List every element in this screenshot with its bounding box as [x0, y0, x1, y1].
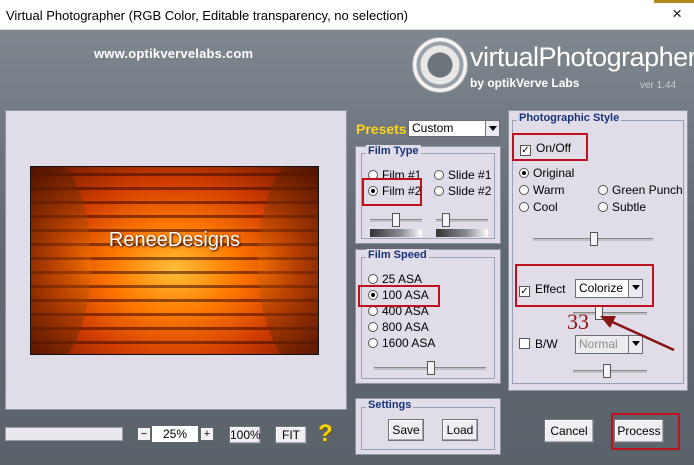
radio-1600-asa[interactable]: 1600 ASA	[368, 336, 435, 350]
radio-label: Subtle	[612, 200, 647, 214]
photographic-style-title: Photographic Style	[517, 112, 622, 124]
radio-original[interactable]: Original	[519, 166, 574, 180]
radio-subtle[interactable]: Subtle	[598, 200, 646, 214]
version-label: ver 1.44	[640, 80, 677, 91]
film-type-title: Film Type	[366, 145, 421, 157]
logo-icon	[412, 37, 468, 93]
film-speed-slider[interactable]	[374, 361, 486, 375]
title-accent	[654, 0, 694, 3]
zoom-100-button[interactable]: 100%	[229, 426, 261, 444]
film-slider[interactable]	[370, 213, 422, 227]
load-button[interactable]: Load	[442, 419, 478, 441]
film-speed-panel: Film Speed 25 ASA 100 ASA 400 ASA 800 AS…	[355, 249, 501, 384]
radio-dot	[368, 322, 378, 332]
close-icon[interactable]: ×	[672, 5, 682, 22]
radio-label: 1600 ASA	[382, 336, 436, 350]
radio-25-asa[interactable]: 25 ASA	[368, 272, 422, 286]
highlight-on-off	[512, 133, 588, 161]
plugin-window: Virtual Photographer (RGB Color, Editabl…	[0, 0, 694, 465]
save-button[interactable]: Save	[388, 419, 424, 441]
style-slider[interactable]	[533, 232, 653, 246]
highlight-effect	[515, 264, 654, 307]
radio-label: Slide #1	[448, 168, 492, 182]
annotation-arrow-icon	[600, 316, 675, 352]
radio-dot	[434, 186, 444, 196]
slider-thumb[interactable]	[392, 213, 400, 227]
radio-dot-selected	[519, 168, 529, 178]
radio-dot	[519, 185, 529, 195]
bw-label: B/W	[535, 337, 558, 351]
radio-dot	[434, 170, 444, 180]
radio-green-punch[interactable]: Green Punch	[598, 183, 683, 197]
radio-label: Slide #2	[448, 184, 492, 198]
radio-dot	[598, 185, 608, 195]
highlight-100-asa	[358, 285, 440, 307]
settings-title: Settings	[366, 399, 414, 411]
annotation-number: 33	[567, 309, 589, 334]
preview-image: ReneeDesigns	[30, 166, 319, 355]
zoom-fit-button[interactable]: FIT	[275, 426, 307, 444]
radio-slide-2[interactable]: Slide #2	[434, 184, 491, 198]
logo-name: virtualPhotographer	[470, 42, 694, 72]
highlight-process	[611, 413, 680, 450]
preview-curve-left	[31, 167, 91, 354]
presets-label: Presets	[356, 121, 407, 137]
preview-panel: ReneeDesigns	[5, 110, 347, 410]
highlight-film-2	[362, 178, 422, 206]
zoom-in-button[interactable]: +	[200, 427, 214, 441]
film-gradient	[370, 229, 422, 237]
zoom-out-button[interactable]: −	[137, 427, 151, 441]
logo-byline: by optikVerve Labs	[470, 76, 580, 90]
help-icon[interactable]: ?	[318, 420, 333, 448]
progress-bar	[5, 427, 123, 441]
title-bar: Virtual Photographer (RGB Color, Editabl…	[0, 0, 694, 30]
radio-dot	[598, 202, 608, 212]
preview-caption: ReneeDesigns	[108, 229, 241, 251]
radio-dot	[368, 274, 378, 284]
film-speed-title: Film Speed	[366, 249, 429, 261]
bw-checkbox[interactable]: B/W	[519, 337, 558, 351]
slider-thumb[interactable]	[442, 213, 450, 227]
radio-label: Warm	[533, 183, 565, 197]
preview-curve-right	[258, 167, 318, 354]
settings-panel: Settings	[355, 398, 501, 455]
slide-gradient	[436, 229, 488, 237]
radio-cool[interactable]: Cool	[519, 200, 558, 214]
radio-label: 25 ASA	[382, 272, 423, 286]
radio-label: Green Punch	[612, 183, 683, 197]
bw-slider[interactable]	[573, 364, 647, 378]
radio-800-asa[interactable]: 800 ASA	[368, 320, 429, 334]
chevron-down-icon[interactable]	[485, 121, 499, 136]
radio-label: 800 ASA	[382, 320, 429, 334]
radio-warm[interactable]: Warm	[519, 183, 565, 197]
cancel-button[interactable]: Cancel	[544, 419, 594, 443]
radio-dot	[519, 202, 529, 212]
slider-thumb[interactable]	[427, 361, 435, 375]
check-icon	[519, 338, 530, 349]
slider-thumb[interactable]	[603, 364, 611, 378]
slide-slider[interactable]	[436, 213, 488, 227]
presets-value: Custom	[412, 121, 454, 135]
radio-dot	[368, 306, 378, 316]
radio-label: Original	[533, 166, 575, 180]
client-area: www.optikvervelabs.com virtualPhotograph…	[0, 30, 694, 465]
presets-select[interactable]: Custom	[408, 120, 500, 137]
radio-slide-1[interactable]: Slide #1	[434, 168, 491, 182]
radio-label: Cool	[533, 200, 558, 214]
slider-thumb[interactable]	[590, 232, 598, 246]
zoom-level: 25%	[152, 426, 198, 442]
website-url[interactable]: www.optikvervelabs.com	[94, 46, 253, 61]
radio-dot	[368, 338, 378, 348]
window-title: Virtual Photographer (RGB Color, Editabl…	[6, 8, 409, 23]
